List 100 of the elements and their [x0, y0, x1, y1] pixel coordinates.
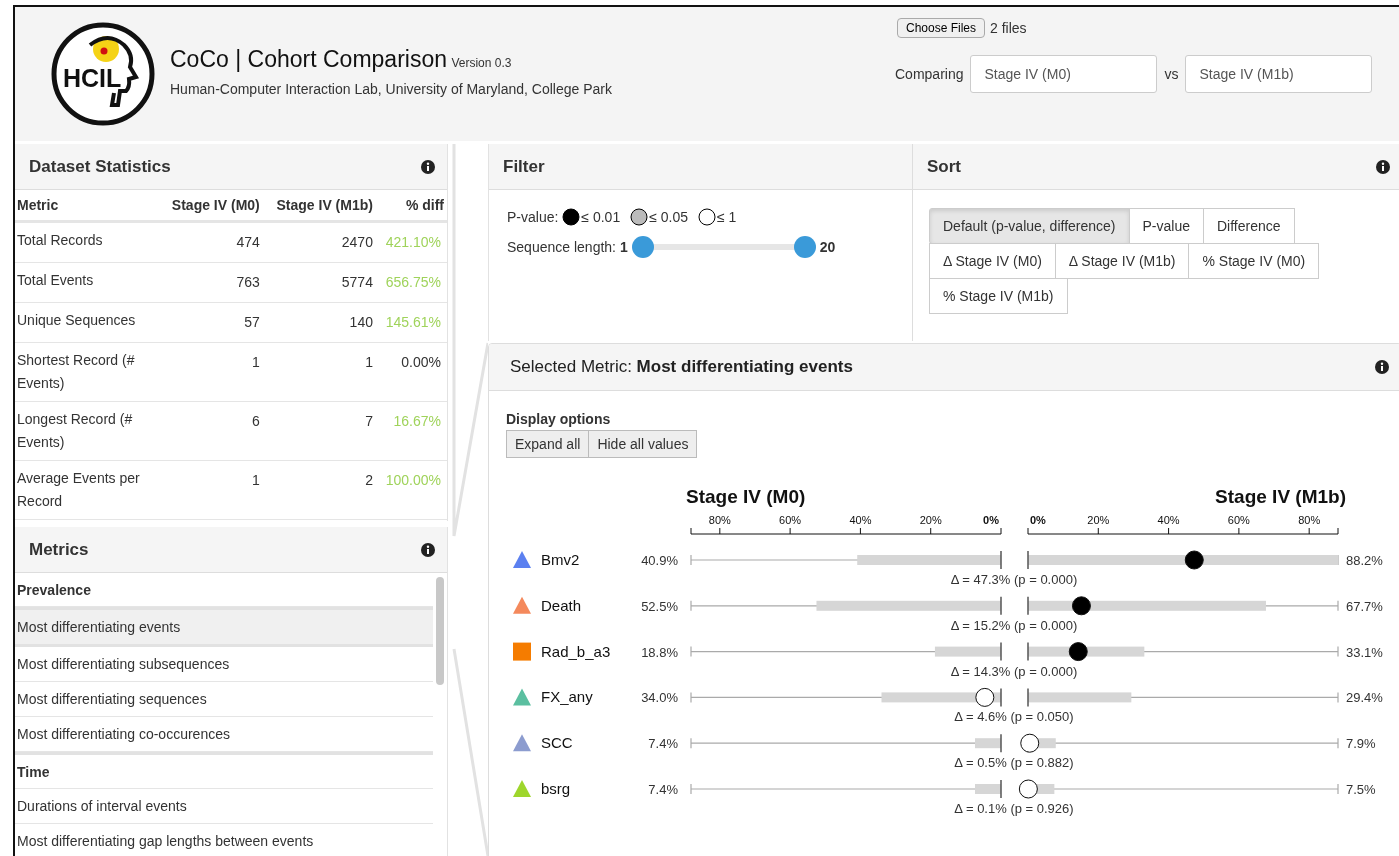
pvalue-label: P-value:: [507, 209, 559, 225]
difference-label: Δ = 0.5% (p = 0.882): [954, 755, 1074, 771]
event-name[interactable]: SCC: [541, 734, 573, 752]
vs-label: vs: [1164, 66, 1179, 82]
panel-title: Filter: [503, 156, 545, 177]
value-label: 7.5%: [1346, 782, 1376, 797]
cohort-field[interactable]: Stage IV (M1b): [1185, 55, 1373, 93]
column-header: Stage IV (M0): [159, 190, 263, 222]
sort-option[interactable]: Difference: [1202, 208, 1295, 244]
display-button[interactable]: Expand all: [506, 430, 590, 458]
value-label: 7.4%: [648, 736, 678, 752]
pvalue-option[interactable]: ≤ 1: [717, 209, 737, 225]
value-label: 52.5%: [641, 598, 678, 614]
info-icon[interactable]: [1375, 360, 1389, 374]
event-name[interactable]: bsrg: [541, 780, 571, 797]
value-label: 29.4%: [1346, 690, 1383, 706]
info-icon[interactable]: [421, 542, 435, 557]
info-icon[interactable]: [1376, 159, 1390, 174]
difference-label: Δ = 0.1% (p = 0.926): [954, 801, 1074, 816]
table-cell: 6: [159, 401, 263, 461]
table-cell: 1: [159, 342, 263, 402]
table-cell: 656.75%: [375, 262, 447, 303]
event-name[interactable]: Bmv2: [541, 551, 580, 568]
table-cell: 763: [159, 262, 263, 303]
value-label: 7.4%: [648, 782, 678, 797]
difference-label: Δ = 47.3% (p = 0.000): [950, 572, 1078, 587]
table-cell: 100.00%: [375, 460, 447, 520]
value-label: 40.9%: [641, 553, 678, 568]
panel-title: Sort: [927, 156, 961, 177]
circle-icon[interactable]: [630, 208, 648, 226]
table-cell: Average Events per Record: [15, 460, 159, 520]
column-header: Metric: [15, 190, 159, 222]
table-cell: Shortest Record (# Events): [15, 342, 159, 402]
panel-title: Selected Metric: Most differentiating events: [510, 357, 853, 377]
metric-item[interactable]: Most differentiating events: [15, 607, 433, 647]
table-cell: 145.61%: [375, 302, 447, 343]
table-cell: 1: [159, 460, 263, 520]
tick-label: 20%: [919, 514, 942, 526]
table-cell: 57: [159, 302, 263, 343]
choose-files-button[interactable]: Choose Files: [897, 18, 986, 38]
axis-title: Stage IV (M0): [686, 486, 806, 507]
value-label: 18.8%: [641, 644, 678, 660]
value-label: 33.1%: [1346, 644, 1383, 660]
panel-title: Metrics: [29, 539, 89, 560]
table-cell: 7: [262, 401, 376, 461]
table-cell: 1: [262, 342, 376, 402]
sort-option[interactable]: % Stage IV (M0): [1188, 243, 1320, 279]
display-options-label: Display options: [506, 411, 612, 427]
length-label: Sequence length:: [507, 239, 616, 255]
circle-icon[interactable]: [562, 208, 580, 226]
circle-icon[interactable]: [698, 208, 716, 226]
tick-label: 0%: [1030, 514, 1046, 526]
value-label: 67.7%: [1346, 598, 1383, 614]
version-label: Version 0.3: [451, 55, 512, 70]
sort-option[interactable]: Default (p-value, difference): [929, 208, 1130, 244]
info-icon[interactable]: [421, 159, 435, 174]
tick-label: 60%: [779, 514, 802, 526]
column-header: Stage IV (M1b): [262, 190, 376, 222]
table-cell: 2470: [262, 221, 376, 263]
panel-title: Dataset Statistics: [29, 156, 171, 177]
pvalue-option[interactable]: ≤ 0.01: [581, 209, 621, 225]
table-cell: 421.10%: [375, 221, 447, 263]
axis-title: Stage IV (M1b): [1215, 486, 1346, 507]
table-cell: Unique Sequences: [15, 302, 159, 343]
value-label: 34.0%: [641, 690, 678, 706]
table-cell: 5774: [262, 262, 376, 303]
table-cell: 2: [262, 460, 376, 520]
difference-label: Δ = 15.2% (p = 0.000): [950, 617, 1078, 633]
event-name[interactable]: Rad_b_a3: [541, 642, 611, 660]
table-cell: Longest Record (# Events): [15, 401, 159, 461]
app-title: CoCo | Cohort Comparison: [170, 45, 447, 72]
tick-label: 60%: [1227, 514, 1250, 526]
tick-label: 40%: [849, 514, 872, 526]
range-min: 1: [620, 239, 628, 255]
slider-thumb[interactable]: [631, 236, 654, 258]
display-button[interactable]: Hide all values: [588, 430, 698, 458]
pvalue-option[interactable]: ≤ 0.05: [649, 209, 688, 225]
tick-label: 80%: [1298, 514, 1321, 526]
event-name[interactable]: FX_any: [541, 688, 593, 706]
scrollbar[interactable]: [436, 577, 444, 685]
range-max: 20: [819, 239, 836, 255]
event-name[interactable]: Death: [541, 596, 582, 614]
slider-thumb[interactable]: [793, 236, 816, 258]
value-label: 88.2%: [1346, 553, 1383, 568]
difference-label: Δ = 4.6% (p = 0.050): [954, 709, 1074, 725]
tick-label: 40%: [1157, 514, 1180, 526]
table-cell: 16.67%: [375, 401, 447, 461]
group-header[interactable]: Time: [15, 752, 433, 789]
app-subtitle: Human-Computer Interaction Lab, University of Maryland, College Park: [170, 80, 612, 97]
table-cell: 474: [159, 221, 263, 263]
comparing-label: Comparing: [895, 66, 964, 82]
cohort-field[interactable]: Stage IV (M0): [970, 55, 1158, 93]
table-cell: Total Events: [15, 262, 159, 303]
sort-option[interactable]: % Stage IV (M1b): [929, 278, 1068, 314]
value-label: 7.9%: [1346, 736, 1376, 752]
tick-label: 20%: [1087, 514, 1110, 526]
tick-label: 0%: [983, 514, 999, 526]
column-header: % diff: [375, 190, 447, 222]
difference-label: Δ = 14.3% (p = 0.000): [950, 663, 1078, 679]
logo: HCIL: [50, 21, 156, 127]
